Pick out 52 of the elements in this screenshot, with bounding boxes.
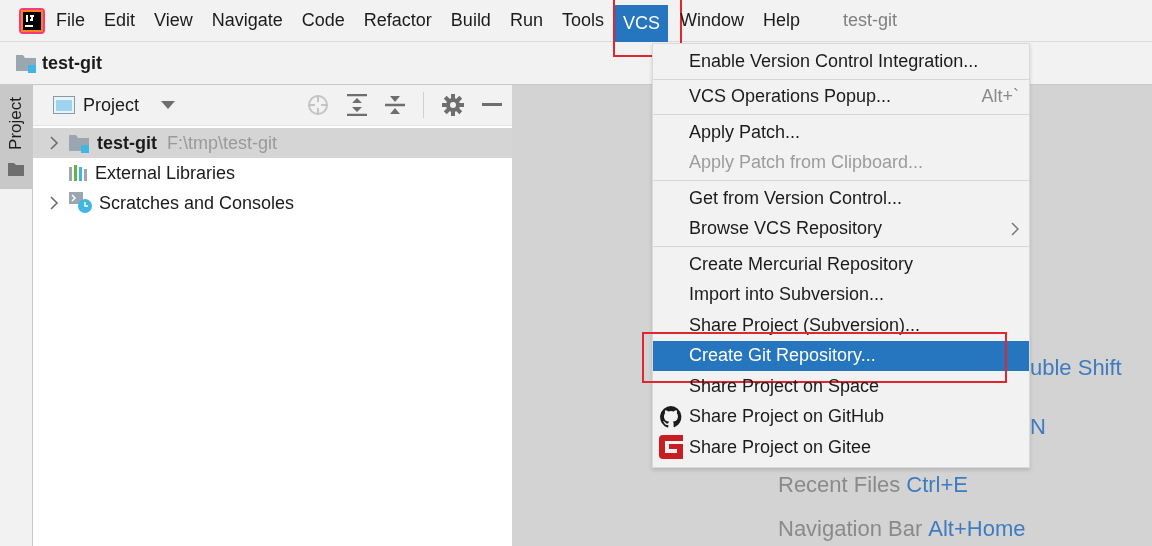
library-icon bbox=[69, 165, 89, 181]
menu-item[interactable]: Share Project on GitHub bbox=[653, 401, 1029, 432]
hint-label: Recent Files bbox=[778, 472, 901, 498]
menu-item[interactable]: Build bbox=[450, 0, 491, 42]
menu-item[interactable]: Apply Patch... bbox=[653, 117, 1029, 148]
gitee-icon bbox=[659, 435, 683, 460]
menu-item[interactable]: Browse VCS Repository bbox=[653, 213, 1029, 244]
menu-item[interactable]: Share Project (Subversion)... bbox=[653, 310, 1029, 341]
menu-item[interactable]: Get from Version Control... bbox=[653, 183, 1029, 214]
window-icon bbox=[53, 96, 75, 114]
menu-item[interactable]: Navigate bbox=[211, 0, 283, 42]
view-selector[interactable]: Project bbox=[53, 94, 176, 116]
menu-item[interactable]: Tools bbox=[561, 0, 604, 42]
shortcut-text: Ctrl+E bbox=[906, 472, 969, 498]
window-title: test-git bbox=[843, 10, 898, 31]
menu-item[interactable]: Code bbox=[301, 0, 345, 42]
collapse-all-icon bbox=[385, 94, 405, 116]
project-tab[interactable]: Project bbox=[0, 85, 32, 189]
github-icon bbox=[660, 405, 682, 428]
menu-item[interactable]: View bbox=[154, 0, 193, 42]
menu-item[interactable]: Edit bbox=[104, 0, 136, 42]
shortcut-text: N bbox=[1030, 414, 1046, 440]
folder-icon bbox=[8, 162, 24, 176]
caret-icon bbox=[161, 101, 176, 109]
menu-item[interactable]: VCS bbox=[614, 4, 668, 42]
tree-row[interactable]: test-git F:\tmp\test-git bbox=[33, 128, 512, 158]
console-clock-icon bbox=[69, 192, 93, 214]
folder-icon bbox=[69, 133, 91, 153]
tree-row[interactable]: Scratches and Consoles bbox=[33, 188, 512, 218]
path-text: F:\tmp\test-git bbox=[167, 132, 278, 154]
menu-item[interactable]: Run bbox=[509, 0, 543, 42]
shortcut-text: uble Shift bbox=[1030, 355, 1122, 381]
menu-item[interactable]: Help bbox=[763, 0, 801, 42]
menu-item[interactable]: Share Project on Gitee bbox=[653, 432, 1029, 463]
locate-icon bbox=[307, 94, 329, 116]
menu-item[interactable]: File bbox=[56, 0, 85, 42]
settings-icon bbox=[442, 94, 464, 116]
minimize-icon bbox=[482, 103, 502, 107]
shortcut-text: Alt+` bbox=[981, 86, 1019, 108]
menu-item[interactable]: Refactor bbox=[363, 0, 432, 42]
hint-label: Navigation Bar bbox=[778, 516, 923, 542]
menu-item[interactable]: Create Git Repository... bbox=[653, 340, 1029, 371]
tree-row[interactable]: External Libraries bbox=[33, 158, 512, 188]
breadcrumb-item[interactable]: test-git bbox=[42, 52, 102, 74]
menu-item[interactable]: Enable Version Control Integration... bbox=[653, 46, 1029, 77]
menu-item[interactable]: VCS Operations Popup... Alt+` bbox=[653, 81, 1029, 112]
menu-item[interactable]: Import into Subversion... bbox=[653, 279, 1029, 310]
expand-all-icon bbox=[347, 94, 367, 116]
folder-icon bbox=[16, 53, 36, 73]
shortcut-text: Alt+Home bbox=[928, 516, 1026, 542]
menu-item[interactable]: Create Mercurial Repository bbox=[653, 249, 1029, 280]
app-logo-icon bbox=[19, 7, 45, 34]
